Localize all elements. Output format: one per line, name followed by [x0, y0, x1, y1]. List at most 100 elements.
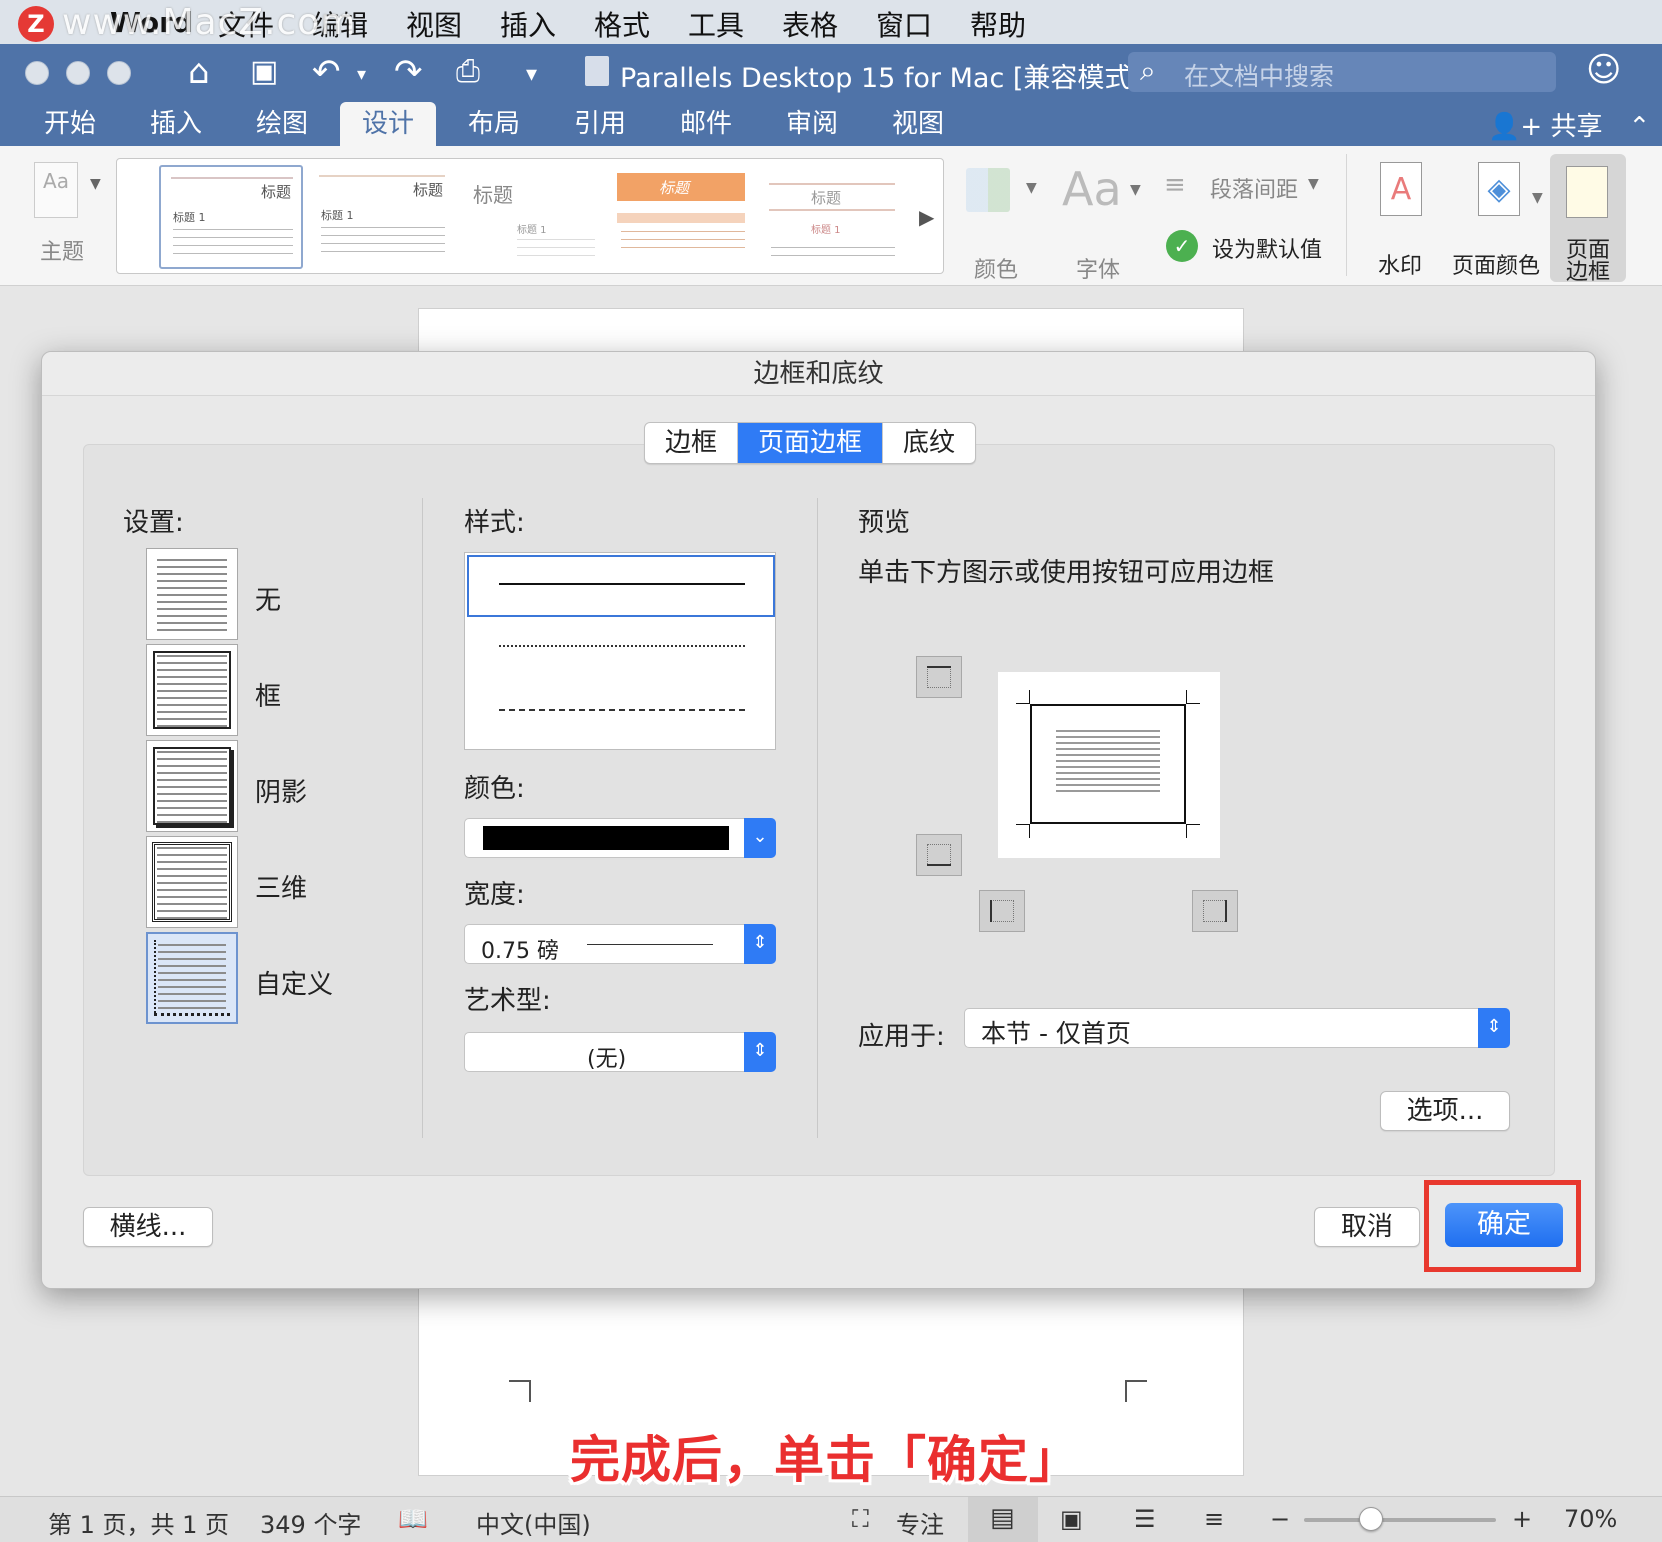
menu-insert[interactable]: 插入 [500, 4, 556, 44]
line-style-dashed[interactable] [499, 709, 745, 711]
home-icon[interactable]: ⌂ [188, 52, 210, 92]
draft-view-icon[interactable]: ≡ [1204, 1505, 1224, 1533]
line-style-list[interactable] [464, 552, 776, 750]
options-button[interactable]: 选项... [1380, 1091, 1510, 1131]
setting-3d-label[interactable]: 三维 [255, 868, 307, 905]
setting-none-swatch[interactable] [146, 548, 238, 640]
setting-shadow-label[interactable]: 阴影 [255, 772, 307, 809]
window-titlebar: ⌂ ▣ ↶ ▾ ↷ ⎙ ▾ Parallels Desktop 15 for M… [0, 44, 1662, 102]
setting-custom-label[interactable]: 自定义 [255, 964, 333, 1001]
tab-borders[interactable]: 边框 [645, 423, 739, 463]
redo-icon[interactable]: ↷ [394, 52, 423, 92]
print-layout-view-button[interactable]: ▤ [968, 1497, 1038, 1542]
left-border-toggle[interactable] [979, 890, 1025, 932]
zoom-in-icon[interactable]: + [1512, 1505, 1532, 1533]
tab-shading[interactable]: 底纹 [883, 423, 975, 463]
menu-table[interactable]: 表格 [782, 4, 838, 44]
share-button[interactable]: 👤+ 共享 ⌃ [1488, 106, 1650, 143]
style-set-3[interactable]: 标题 标题 1 [459, 165, 603, 269]
setting-none-label[interactable]: 无 [255, 580, 281, 617]
cancel-button[interactable]: 取消 [1314, 1207, 1420, 1247]
focus-icon[interactable]: ⛶ [852, 1505, 869, 1533]
up-down-chevron-icon[interactable]: ⇕ [744, 1032, 776, 1072]
print-layout-icon: ▤ [990, 1503, 1015, 1533]
thumb-title: 标题 [811, 189, 842, 207]
menu-window[interactable]: 窗口 [876, 4, 932, 44]
language[interactable]: 中文(中国) [476, 1505, 591, 1540]
top-edge-icon [927, 666, 951, 668]
search-field[interactable]: ⌕ 在文档中搜索 [1128, 52, 1556, 92]
gallery-next-arrow-icon[interactable]: ▶ [919, 205, 934, 229]
zoom-slider-knob[interactable] [1359, 1507, 1384, 1531]
tab-references[interactable]: 引用 [574, 106, 626, 146]
zoom-out-icon[interactable]: − [1270, 1505, 1290, 1533]
page-color-button[interactable]: ◈ ▼ 页面颜色 [1452, 162, 1552, 279]
zoom-percent[interactable]: 70% [1564, 1505, 1617, 1533]
tab-page-border[interactable]: 页面边框 [738, 423, 884, 463]
zoom-window-button[interactable] [107, 61, 131, 85]
setting-3d-swatch[interactable] [146, 836, 238, 928]
save-icon[interactable]: ▣ [250, 54, 278, 89]
right-border-toggle[interactable] [1192, 890, 1238, 932]
line-style-solid[interactable] [499, 583, 745, 585]
up-down-chevron-icon[interactable]: ⇕ [744, 924, 776, 964]
chevron-down-icon[interactable]: ⌄ [744, 818, 776, 858]
line-style-dotted[interactable] [499, 645, 745, 647]
horizontal-line-button[interactable]: 横线... [83, 1207, 213, 1247]
style-set-2[interactable]: 标题 标题 1 [309, 165, 453, 269]
colors-button[interactable]: ▼ 颜色 [964, 168, 1044, 283]
tab-review[interactable]: 审阅 [786, 106, 838, 146]
preview-label: 预览 [858, 508, 911, 538]
proofing-book-icon[interactable]: 📖 [398, 1505, 428, 1533]
zoom-slider-track[interactable] [1304, 1518, 1496, 1522]
style-set-4[interactable]: 标题 [609, 165, 753, 269]
paragraph-spacing-button[interactable]: ≡ 段落间距 ▼ [1164, 170, 1334, 206]
feedback-smile-icon[interactable]: ☺ [1586, 50, 1621, 90]
web-layout-icon[interactable]: ▣ [1060, 1505, 1083, 1533]
tab-home[interactable]: 开始 [44, 106, 96, 146]
bottom-border-toggle[interactable] [916, 834, 962, 876]
outline-view-icon[interactable]: ☰ [1134, 1505, 1156, 1533]
setting-box-label[interactable]: 框 [255, 676, 281, 713]
word-count[interactable]: 349 个字 [260, 1505, 361, 1540]
customize-toolbar-icon[interactable]: ▾ [526, 62, 537, 87]
setting-custom-swatch[interactable] [146, 932, 238, 1024]
focus-label[interactable]: 专注 [896, 1505, 944, 1540]
width-select[interactable]: 0.75 磅 ⇕ [464, 924, 776, 964]
set-as-default-button[interactable]: ✓ 设为默认值 [1166, 230, 1346, 266]
tab-draw[interactable]: 绘图 [256, 106, 308, 146]
style-set-1[interactable]: 标题 标题 1 [159, 165, 303, 269]
line-style-selected[interactable] [467, 555, 775, 617]
watermark-button[interactable]: A 水印 [1374, 162, 1434, 279]
color-select[interactable]: ⌄ [464, 818, 776, 858]
setting-shadow-swatch[interactable] [146, 740, 238, 832]
tab-view[interactable]: 视图 [892, 106, 944, 146]
themes-button[interactable]: Aa ▼ 主题 [30, 162, 101, 265]
tab-insert[interactable]: 插入 [150, 106, 202, 146]
setting-box-swatch[interactable] [146, 644, 238, 736]
print-icon[interactable]: ⎙ [456, 54, 480, 89]
close-window-button[interactable] [25, 61, 49, 85]
page-count[interactable]: 第 1 页，共 1 页 [48, 1505, 229, 1540]
style-label: 样式: [464, 508, 525, 538]
art-select[interactable]: (无) ⇕ [464, 1032, 776, 1072]
menu-tools[interactable]: 工具 [688, 4, 744, 44]
up-down-chevron-icon[interactable]: ⇕ [1478, 1008, 1510, 1048]
tab-design[interactable]: 设计 [340, 102, 437, 146]
apply-to-select[interactable]: 本节 - 仅首页 ⇕ [964, 1008, 1510, 1048]
fonts-button[interactable]: Aa ▼ 字体 [1062, 162, 1152, 283]
thumb-text [173, 229, 293, 230]
collapse-ribbon-icon[interactable]: ⌃ [1628, 112, 1650, 142]
undo-icon[interactable]: ↶ [312, 52, 341, 92]
page-borders-button[interactable]: 页面 边框 [1550, 154, 1626, 285]
tab-mailings[interactable]: 邮件 [680, 106, 732, 146]
menu-help[interactable]: 帮助 [970, 4, 1026, 44]
top-border-toggle[interactable] [916, 656, 962, 698]
menu-view[interactable]: 视图 [406, 4, 462, 44]
border-preview[interactable] [998, 672, 1220, 858]
style-set-5[interactable]: 标题 标题 1 [759, 165, 903, 269]
undo-dropdown-icon[interactable]: ▾ [357, 64, 366, 85]
tab-layout[interactable]: 布局 [468, 106, 520, 146]
minimize-window-button[interactable] [66, 61, 90, 85]
menu-format[interactable]: 格式 [594, 4, 650, 44]
